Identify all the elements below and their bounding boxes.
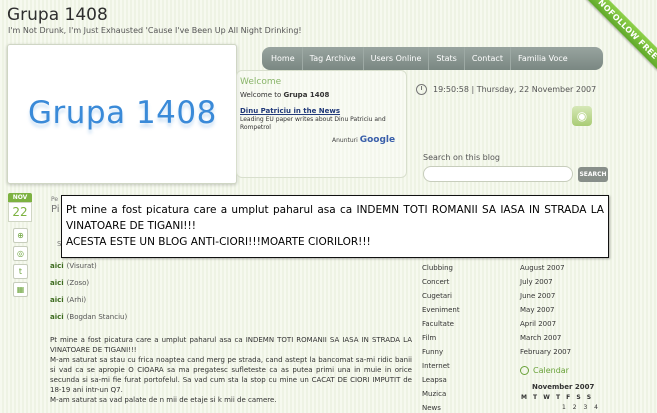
link-row: aici (Arhi) <box>50 296 412 304</box>
nav-familia-voce[interactable]: Familia Voce <box>511 47 575 70</box>
logo-text: Grupa 1408 <box>28 95 217 131</box>
aici-link[interactable]: aici <box>50 262 64 270</box>
archive-item[interactable]: February 2007 <box>520 345 610 359</box>
calendar-header: Calendar <box>520 366 569 375</box>
category-item[interactable]: Clubbing <box>422 261 512 275</box>
post-meta-fragment: Pe <box>51 196 59 203</box>
ad-footer[interactable]: Anunturi Google <box>332 135 395 145</box>
ad-footer-label: Anunturi <box>332 137 358 144</box>
archive-item[interactable]: August 2007 <box>520 261 610 275</box>
search-button[interactable]: SEARCH <box>578 167 608 182</box>
nav-tag-archive[interactable]: Tag Archive <box>303 47 364 70</box>
category-item[interactable]: Internet <box>422 359 512 373</box>
archive-item[interactable]: April 2007 <box>520 317 610 331</box>
category-item[interactable]: Leapsa <box>422 373 512 387</box>
calendar-heading: Calendar <box>533 366 569 375</box>
search-input[interactable] <box>423 166 573 182</box>
post-body-paragraph: M-am saturat sa stau cu frica noaptea ca… <box>50 356 412 394</box>
category-item[interactable]: Film <box>422 331 512 345</box>
nav-home[interactable]: Home <box>264 47 303 70</box>
aici-link[interactable]: aici <box>50 313 64 321</box>
date-month: NOV <box>8 193 32 202</box>
categories-list: Clubbing Concert Cugetari Eveniment Facu… <box>422 261 512 413</box>
nav-users-online[interactable]: Users Online <box>364 47 430 70</box>
category-item[interactable]: Cugetari <box>422 289 512 303</box>
nav-contact[interactable]: Contact <box>465 47 511 70</box>
highlight-popup: Pt mine a fost picatura care a umplut pa… <box>61 195 609 258</box>
post-title-fragment[interactable]: Pi <box>51 204 60 215</box>
link-author: (Arhi) <box>66 296 87 304</box>
stumble-icon[interactable]: ◎ <box>13 246 28 261</box>
calendar-month: November 2007 <box>532 383 595 391</box>
post-body-paragraph: Pt mine a fost picatura care a umplut pa… <box>50 336 412 354</box>
clock-row: 19:50:58 | Thursday, 22 November 2007 <box>416 84 596 95</box>
twitter-icon[interactable]: t <box>13 264 28 279</box>
delicious-icon[interactable]: ▦ <box>13 282 28 297</box>
post-body-paragraph: M-am saturat sa vad palate de n mii de e… <box>50 396 277 404</box>
clock-icon <box>416 84 427 95</box>
calendar-icon <box>520 366 529 375</box>
category-item[interactable]: News <box>422 401 512 413</box>
aici-link[interactable]: aici <box>50 279 64 287</box>
welcome-line: Welcome to Grupa 1408 <box>240 91 405 99</box>
link-author: (Visurat) <box>66 262 97 270</box>
main-nav: Home Tag Archive Users Online Stats Cont… <box>262 47 603 70</box>
archive-item[interactable]: July 2007 <box>520 275 610 289</box>
clock-text: 19:50:58 | Thursday, 22 November 2007 <box>433 85 597 94</box>
popup-line-2: ACESTA ESTE UN BLOG ANTI-CIORI!!!MOARTE … <box>66 236 371 248</box>
logo-box[interactable]: Grupa 1408 <box>7 44 237 184</box>
link-row: aici (Visurat) <box>50 262 412 270</box>
link-author: (Bogdan Stanciu) <box>66 313 128 321</box>
link-row: aici (Zoso) <box>50 279 412 287</box>
google-logo: Google <box>359 135 396 145</box>
calendar-first-row[interactable]: 1 2 3 4 <box>562 404 598 411</box>
ad-title-link[interactable]: Dinu Patriciu in the News <box>240 107 405 115</box>
link-row: aici (Bogdan Stanciu) <box>50 313 412 321</box>
popup-line-1: Pt mine a fost picatura care a umplut pa… <box>66 204 604 232</box>
archive-item[interactable]: March 2007 <box>520 331 610 345</box>
archives-list: August 2007 July 2007 June 2007 May 2007… <box>520 261 610 359</box>
date-day: 22 <box>8 202 32 222</box>
calendar-weekdays: M T W T F S S <box>521 394 592 401</box>
category-item[interactable]: Facultate <box>422 317 512 331</box>
welcome-site: Grupa 1408 <box>283 91 330 99</box>
nav-stats[interactable]: Stats <box>429 47 465 70</box>
category-item[interactable]: Eveniment <box>422 303 512 317</box>
link-author: (Zoso) <box>66 279 90 287</box>
ad-text: Leading EU paper writes about Dinu Patri… <box>240 116 386 131</box>
site-tagline: I'm Not Drunk, I'm Just Exhausted 'Cause… <box>8 26 302 35</box>
archive-item[interactable]: June 2007 <box>520 289 610 303</box>
welcome-box: Welcome Welcome to Grupa 1408 Dinu Patri… <box>240 77 405 177</box>
category-item[interactable]: Muzica <box>422 387 512 401</box>
digg-icon[interactable]: ⊕ <box>13 228 28 243</box>
category-item[interactable]: Concert <box>422 275 512 289</box>
site-title[interactable]: Grupa 1408 <box>7 5 108 25</box>
category-item[interactable]: Funny <box>422 345 512 359</box>
date-badge: NOV 22 <box>8 193 32 222</box>
search-label: Search on this blog <box>423 153 500 162</box>
welcome-prefix: Welcome to <box>240 91 284 99</box>
aici-link[interactable]: aici <box>50 296 64 304</box>
welcome-heading: Welcome <box>240 77 282 87</box>
post-content: aici (Visurat) aici (Zoso) aici (Arhi) aici… <box>50 262 412 405</box>
archive-item[interactable]: May 2007 <box>520 303 610 317</box>
rss-icon[interactable]: ◉ <box>572 106 592 126</box>
